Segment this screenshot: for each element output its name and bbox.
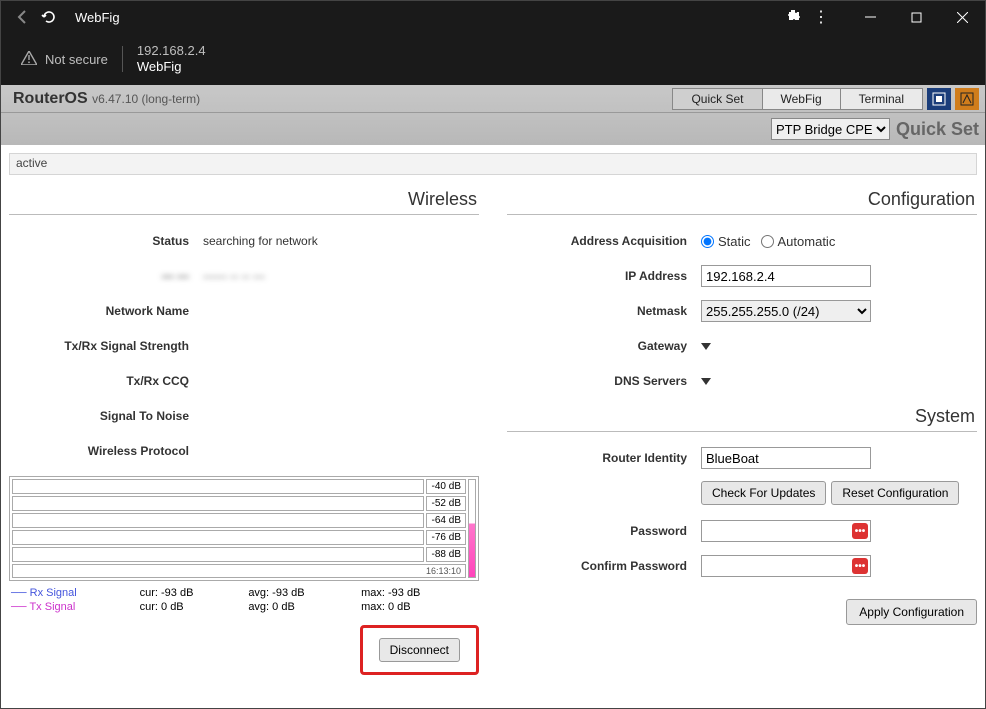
hidden-value: ------ -- -- --- <box>203 269 479 283</box>
mode-select[interactable]: PTP Bridge CPE <box>771 118 890 140</box>
signal-legend: ── Rx Signalcur: -93 dBavg: -93 dBmax: -… <box>9 585 479 615</box>
not-secure-label: Not secure <box>45 52 108 67</box>
password-label: Password <box>507 524 701 538</box>
static-radio[interactable]: Static <box>701 234 751 249</box>
network-name-label: Network Name <box>9 304 203 318</box>
back-icon[interactable] <box>15 9 31 25</box>
icon-button-1[interactable] <box>927 88 951 110</box>
password-input[interactable] <box>701 520 871 542</box>
gateway-expand-icon[interactable] <box>701 343 711 350</box>
brand: RouterOS v6.47.10 (long-term) <box>7 90 200 108</box>
tab-webfig[interactable]: WebFig <box>762 88 841 110</box>
refresh-icon[interactable] <box>41 9 57 25</box>
minimize-button[interactable] <box>847 1 893 33</box>
tab-quick-set[interactable]: Quick Set <box>672 88 762 110</box>
check-updates-button[interactable]: Check For Updates <box>701 481 826 505</box>
quickset-label: Quick Set <box>896 119 979 140</box>
status-label: Status <box>9 234 203 248</box>
netmask-select[interactable]: 255.255.255.0 (/24) <box>701 300 871 322</box>
ip-input[interactable] <box>701 265 871 287</box>
identity-label: Router Identity <box>507 451 701 465</box>
system-heading: System <box>507 400 977 432</box>
webfig-header: RouterOS v6.47.10 (long-term) Quick Set … <box>1 85 985 145</box>
ip-label: IP Address <box>507 269 701 283</box>
icon-button-2[interactable] <box>955 88 979 110</box>
disconnect-highlight: Disconnect <box>360 625 479 675</box>
addr-acq-label: Address Acquisition <box>507 234 701 248</box>
extension-icon[interactable] <box>785 8 801 27</box>
tab-terminal[interactable]: Terminal <box>840 88 923 110</box>
apply-config-button[interactable]: Apply Configuration <box>846 599 977 625</box>
signal-graph: -40 dB -52 dB -64 dB -76 dB -88 dB 16:13… <box>9 476 479 581</box>
confirm-password-input[interactable] <box>701 555 871 577</box>
url-ip: 192.168.2.4 <box>137 43 206 59</box>
status-line: active <box>9 153 977 175</box>
url-name: WebFig <box>137 59 206 75</box>
txrx-ccq-label: Tx/Rx CCQ <box>9 374 203 388</box>
config-heading: Configuration <box>507 183 977 215</box>
config-section: Configuration Address Acquisition Static… <box>507 183 977 675</box>
warning-icon <box>21 51 37 68</box>
maximize-button[interactable] <box>893 1 939 33</box>
window-title: WebFig <box>75 10 120 25</box>
wireless-protocol-label: Wireless Protocol <box>9 444 203 458</box>
reset-config-button[interactable]: Reset Configuration <box>831 481 959 505</box>
dns-label: DNS Servers <box>507 374 701 388</box>
disconnect-button[interactable]: Disconnect <box>379 638 460 662</box>
menu-dots-icon[interactable]: ⋮ <box>813 7 829 27</box>
hidden-label: --- --- <box>9 269 203 283</box>
confirm-password-indicator-icon[interactable]: ••• <box>852 558 868 574</box>
confirm-password-label: Confirm Password <box>507 559 701 573</box>
wireless-heading: Wireless <box>9 183 479 215</box>
txrx-signal-label: Tx/Rx Signal Strength <box>9 339 203 353</box>
identity-input[interactable] <box>701 447 871 469</box>
window-titlebar: WebFig ⋮ <box>1 1 985 33</box>
close-button[interactable] <box>939 1 985 33</box>
status-value: searching for network <box>203 234 479 248</box>
netmask-label: Netmask <box>507 304 701 318</box>
automatic-radio[interactable]: Automatic <box>761 234 836 249</box>
gateway-label: Gateway <box>507 339 701 353</box>
password-indicator-icon[interactable]: ••• <box>852 523 868 539</box>
snr-label: Signal To Noise <box>9 409 203 423</box>
dns-expand-icon[interactable] <box>701 378 711 385</box>
wireless-section: Wireless Statussearching for network ---… <box>9 183 479 675</box>
address-bar: Not secure 192.168.2.4 WebFig <box>1 33 985 85</box>
